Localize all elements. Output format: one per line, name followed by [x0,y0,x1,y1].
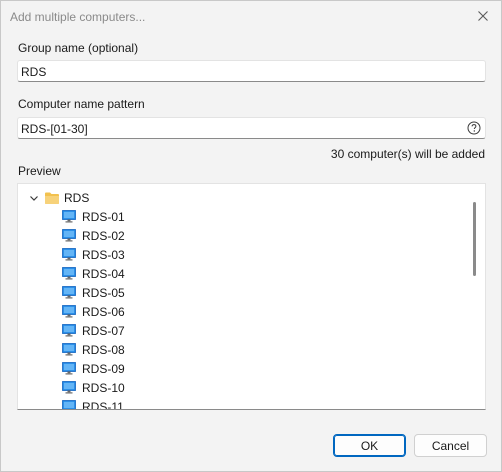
add-multiple-computers-dialog: Add multiple computers... Group name (op… [0,0,502,472]
tree-item-label: RDS-05 [82,285,125,300]
tree-item-label: RDS-10 [82,380,125,395]
tree-item-label: RDS-09 [82,361,125,376]
tree-item-computer[interactable]: RDS-04 [62,264,125,283]
tree-item-label: RDS-04 [82,266,125,281]
help-icon[interactable] [467,121,481,135]
computer-icon [62,210,76,223]
tree-item-label: RDS-02 [82,228,125,243]
tree-item-computer[interactable]: RDS-07 [62,321,125,340]
tree-root-rds[interactable]: RDS [28,189,89,206]
tree-item-computer[interactable]: RDS-06 [62,302,125,321]
tree-item-computer[interactable]: RDS-03 [62,245,125,264]
computer-icon [62,248,76,261]
computer-name-pattern-input[interactable]: RDS-[01-30] [17,117,486,139]
computer-icon [62,305,76,318]
computer-icon [62,400,76,409]
tree-item-label: RDS-11 [82,399,124,410]
ok-button[interactable]: OK [333,434,406,457]
tree-item-label: RDS-01 [82,209,125,224]
computer-count-status: 30 computer(s) will be added [330,147,485,161]
computer-name-pattern-label: Computer name pattern [18,97,145,111]
folder-icon [45,192,59,204]
tree-root-label: RDS [64,190,90,205]
close-icon [478,11,488,21]
tree-item-computer[interactable]: RDS-09 [62,359,125,378]
group-name-label: Group name (optional) [18,41,139,55]
group-name-input[interactable]: RDS [17,60,486,82]
computer-icon [62,286,76,299]
tree-item-label: RDS-03 [82,247,125,262]
preview-tree[interactable]: RDS RDS-01 RDS-02 RDS-03 RDS-04 RDS-05 R… [17,183,486,410]
computer-icon [62,229,76,242]
computer-icon [62,343,76,356]
computer-icon [62,362,76,375]
preview-label: Preview [18,164,61,178]
tree-item-computer[interactable]: RDS-10 [62,378,125,397]
tree-item-computer[interactable]: RDS-08 [62,340,125,359]
computer-name-pattern-value: RDS-[01-30] [21,122,88,136]
dialog-title: Add multiple computers... [10,10,146,24]
computer-icon [62,267,76,280]
tree-item-label: RDS-08 [82,342,125,357]
tree-item-computer[interactable]: RDS-11 [62,397,125,410]
close-button[interactable] [471,5,495,27]
chevron-down-icon[interactable] [28,192,40,204]
group-name-value: RDS [21,65,47,79]
computer-icon [62,324,76,337]
tree-item-computer[interactable]: RDS-02 [62,226,125,245]
preview-scrollbar[interactable] [473,202,476,276]
cancel-button[interactable]: Cancel [414,434,487,457]
tree-item-computer[interactable]: RDS-01 [62,207,125,226]
tree-item-computer[interactable]: RDS-05 [62,283,125,302]
computer-icon [62,381,76,394]
tree-items: RDS-01 RDS-02 RDS-03 RDS-04 RDS-05 RDS-0… [62,207,125,410]
tree-item-label: RDS-07 [82,323,125,338]
tree-item-label: RDS-06 [82,304,125,319]
title-bar: Add multiple computers... [1,1,501,32]
